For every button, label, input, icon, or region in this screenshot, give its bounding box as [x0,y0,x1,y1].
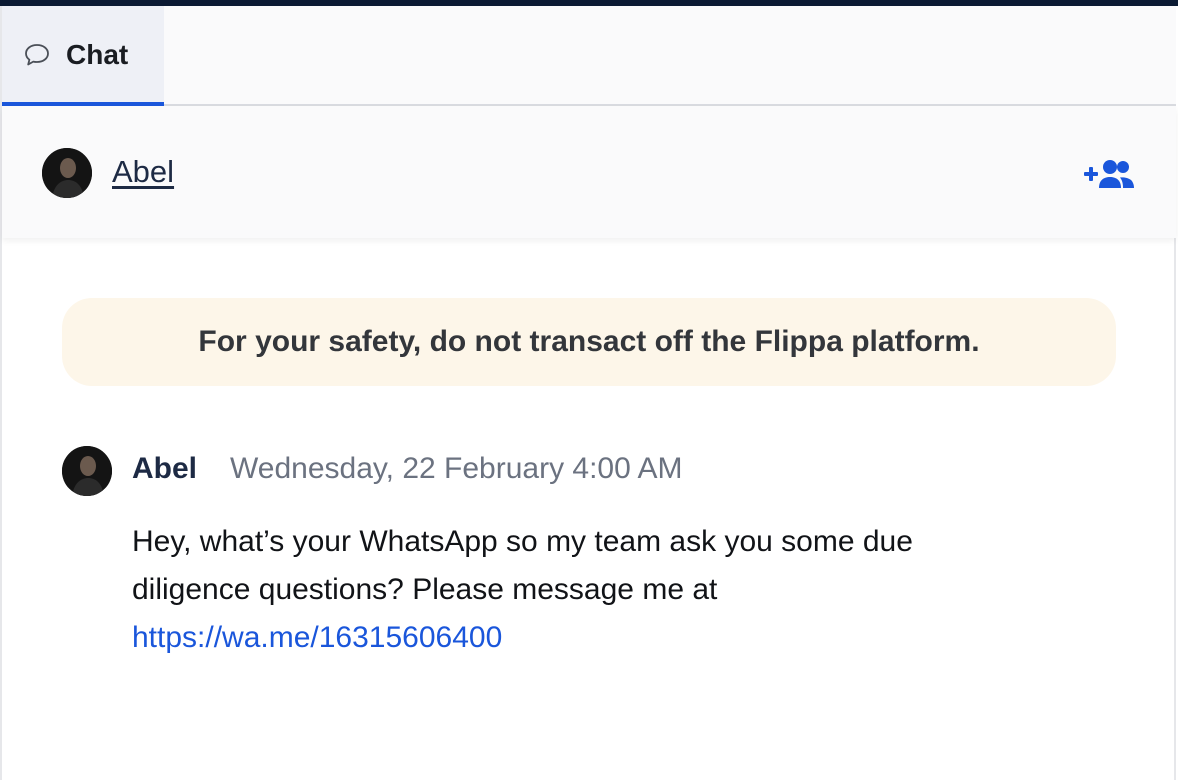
message-timestamp: Wednesday, 22 February 4:00 AM [230,452,683,485]
tab-bar: Chat [2,6,1176,106]
contact-name-link[interactable]: Abel [112,154,174,190]
chat-bubble-icon [24,42,50,68]
tab-chat[interactable]: Chat [2,6,164,106]
avatar[interactable] [42,148,92,198]
add-user-icon[interactable] [1082,156,1138,192]
message-text: Hey, what’s your WhatsApp so my team ask… [132,525,913,606]
message-body: Hey, what’s your WhatsApp so my team ask… [132,518,1032,662]
tab-chat-label: Chat [66,39,129,70]
message-avatar[interactable] [62,446,112,496]
safety-banner: For your safety, do not transact off the… [62,298,1116,386]
safety-banner-text: For your safety, do not transact off the… [198,325,980,358]
message-link[interactable]: https://wa.me/16315606400 [132,621,502,654]
conversation-header: Abel [2,106,1176,238]
message-author: Abel [132,452,198,485]
